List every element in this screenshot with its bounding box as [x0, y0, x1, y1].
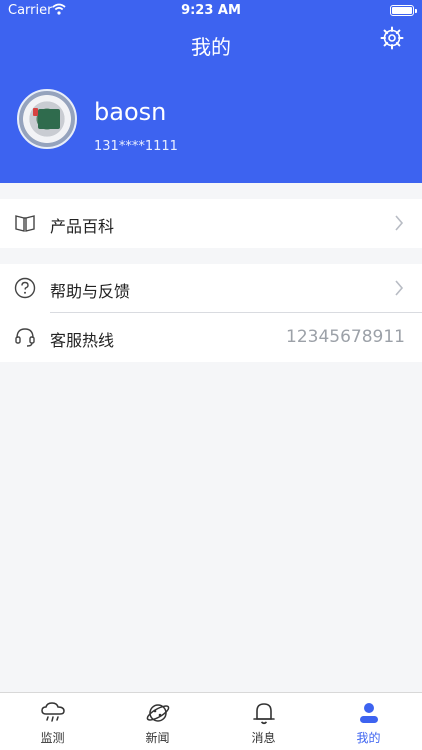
tab-me[interactable]: 我的	[316, 693, 421, 750]
person-icon	[360, 703, 378, 723]
tab-monitor[interactable]: 监测	[0, 693, 105, 750]
bell-icon	[253, 703, 275, 725]
chevron-right-icon	[395, 215, 404, 231]
tab-news[interactable]: 新闻	[105, 693, 210, 750]
tab-label: 我的	[356, 731, 381, 745]
planet-icon	[146, 704, 170, 722]
tab-label: 消息	[251, 731, 276, 745]
menu-item-encyclopedia[interactable]: 产品百科	[0, 199, 422, 248]
user-phone: 131****1111	[94, 139, 178, 154]
avatar-image-detail	[33, 108, 38, 116]
menu-item-hotline[interactable]: 客服热线 12345678911	[0, 313, 422, 362]
menu-item-label: 产品百科	[50, 217, 115, 236]
avatar[interactable]	[17, 89, 77, 149]
book-icon	[15, 215, 35, 232]
menu-item-label: 客服热线	[50, 331, 115, 350]
menu-item-label: 帮助与反馈	[50, 282, 131, 301]
tab-bar: 监测 新闻 消息 我的	[0, 692, 422, 750]
settings-gear-icon[interactable]	[380, 26, 404, 50]
cloud-icon	[41, 702, 65, 722]
avatar-image	[38, 109, 60, 129]
tab-messages[interactable]: 消息	[211, 693, 316, 750]
menu-item-help[interactable]: 帮助与反馈	[0, 264, 422, 313]
username: baosn	[94, 98, 167, 126]
status-time: 9:23 AM	[181, 3, 241, 18]
question-icon	[14, 277, 36, 299]
hotline-number[interactable]: 12345678911	[286, 327, 405, 347]
headset-icon	[15, 328, 35, 347]
support-card: 帮助与反馈 客服热线 12345678911	[0, 264, 422, 362]
battery-icon	[390, 5, 417, 16]
tab-label: 新闻	[145, 731, 170, 745]
chevron-right-icon	[395, 280, 404, 296]
encyclopedia-card: 产品百科	[0, 199, 422, 248]
profile-header: Carrier 9:23 AM 我的 baosn 131****1111	[0, 0, 422, 183]
page-title: 我的	[191, 35, 231, 59]
status-bar: Carrier 9:23 AM	[0, 0, 422, 22]
tab-label: 监测	[40, 731, 65, 745]
